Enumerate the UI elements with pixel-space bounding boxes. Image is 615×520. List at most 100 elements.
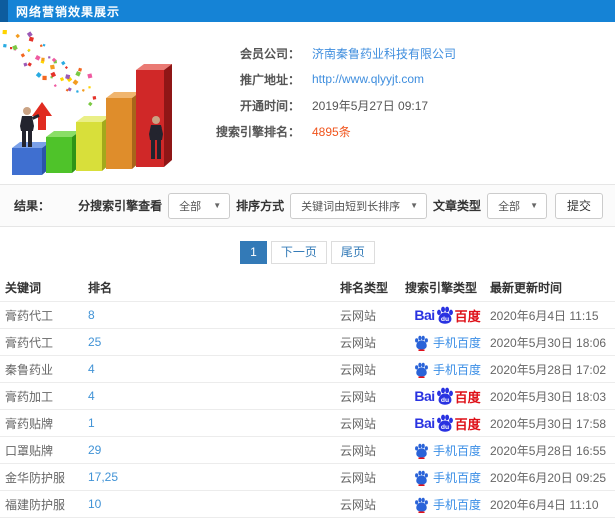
rank-cell: 8 — [88, 308, 340, 322]
member-info-list: 会员公司： 济南秦鲁药业科技有限公司 推广地址： http://www.qlyy… — [182, 30, 615, 184]
header-keyword: 关键词 — [5, 281, 42, 295]
rank-type-cell: 云网站 — [340, 335, 377, 350]
table-row: 福建防护服 10 云网站 Bai du 百度 手机百度 2020年6月 — [0, 490, 615, 517]
pagination: 1 下一页 尾页 — [0, 227, 615, 274]
table-row: 膏药代工 8 云网站 Bai du 百度 手机百度 2020年6月4日 — [0, 301, 615, 328]
rank-cell: 25 — [88, 335, 340, 349]
baidu-paw-icon — [414, 442, 429, 459]
baidu-mobile-logo: 手机百度 — [414, 361, 481, 378]
rank-link[interactable]: 8 — [88, 308, 95, 322]
next-page-button[interactable]: 下一页 — [270, 241, 327, 264]
keyword-cell: 膏药加工 — [5, 389, 54, 404]
updated-cell: 2020年6月4日 11:10 — [490, 497, 599, 512]
bar-green — [46, 131, 80, 173]
engine-filter-select[interactable]: 全部 ▼ — [168, 192, 231, 219]
rank-link[interactable]: 25 — [88, 335, 101, 349]
rank-link[interactable]: 1 — [88, 416, 95, 430]
baidu-paw-icon — [414, 361, 429, 378]
engine-cell: Bai du 百度 手机百度 — [405, 306, 490, 325]
rank-link[interactable]: 4 — [88, 362, 95, 376]
bar-yellow — [76, 116, 110, 171]
header-rank-type: 排名类型 — [340, 281, 389, 295]
keyword-rank-table: 关键词 排名 排名类型 搜索引擎类型 最新更新时间 膏药代工 8 云网站 Bai… — [0, 274, 615, 520]
table-body: 膏药代工 8 云网站 Bai du 百度 手机百度 2020年6月4日 — [0, 301, 615, 520]
mobile-baidu-text: 手机百度 — [432, 443, 481, 458]
baidu-logo-text: Bai — [414, 307, 435, 323]
submit-button[interactable]: 提交 — [554, 192, 603, 219]
keyword-cell: 膏药贴牌 — [5, 416, 54, 431]
article-type-label: 文章类型 — [433, 199, 482, 213]
rank-link[interactable]: 29 — [88, 443, 101, 457]
header-engine-type: 搜索引擎类型 — [405, 281, 478, 295]
title-bar-accent — [0, 0, 8, 22]
engine-cell: Bai du 百度 手机百度 — [405, 496, 490, 513]
engine-rank-label: 搜索引擎排名： — [215, 124, 300, 139]
page-1-button[interactable]: 1 — [240, 241, 267, 264]
rank-cell: 4 — [88, 389, 340, 403]
keyword-cell: 膏药代工 — [5, 335, 54, 350]
opened-label: 开通时间： — [239, 98, 300, 113]
baidu-paw-icon — [414, 334, 429, 351]
mobile-baidu-text: 手机百度 — [432, 335, 481, 350]
title-bar: 网络营销效果展示 — [0, 0, 615, 22]
marketing-report-page: 网络营销效果展示 会员公司： 济南秦鲁药业科技有限公司 推广地址： http:/… — [0, 0, 615, 520]
baidu-paw-icon: du — [436, 306, 454, 324]
updated-cell: 2020年5月30日 18:06 — [490, 335, 607, 350]
baidu-cn-text: 百度 — [454, 416, 481, 432]
baidu-pc-logo: Bai du 百度 — [414, 306, 481, 325]
keyword-cell: 口罩贴牌 — [5, 443, 54, 458]
rank-type-cell: 云网站 — [340, 497, 377, 512]
caret-down-icon: ▼ — [213, 201, 222, 210]
updated-cell: 2020年5月30日 17:58 — [490, 416, 607, 431]
confetti-dots — [2, 29, 97, 107]
engine-cell: Bai du 百度 手机百度 — [405, 334, 490, 351]
updated-cell: 2020年5月28日 16:55 — [490, 443, 607, 458]
updated-cell: 2020年6月20日 09:25 — [490, 470, 607, 485]
baidu-logo-text: Bai — [414, 388, 435, 404]
site-label: 推广地址： — [239, 72, 300, 87]
table-row: 秦鲁药业 4 云网站 Bai du 百度 手机百度 2020年5月28 — [0, 355, 615, 382]
table-row: 膏药加工 4 云网站 Bai du 百度 手机百度 2020年5月30 — [0, 382, 615, 409]
caret-down-icon: ▼ — [410, 201, 419, 210]
engine-cell: Bai du 百度 手机百度 — [405, 361, 490, 378]
updated-cell: 2020年5月30日 18:03 — [490, 389, 607, 404]
table-row: 金华防护服 17,25 云网站 Bai du 百度 手机百度 2020 — [0, 463, 615, 490]
keyword-cell: 膏药代工 — [5, 308, 54, 323]
header-updated: 最新更新时间 — [490, 281, 563, 295]
baidu-paw-icon: du — [436, 387, 454, 405]
rank-cell: 4 — [88, 362, 340, 376]
table-row: 膏药代工 25 云网站 Bai du 百度 手机百度 2020年5月3 — [0, 328, 615, 355]
site-link[interactable]: http://www.qlyyjt.com — [312, 72, 424, 86]
baidu-cn-text: 百度 — [454, 308, 481, 324]
rank-cell: 1 — [88, 416, 340, 430]
rank-type-cell: 云网站 — [340, 389, 377, 404]
baidu-pc-logo: Bai du 百度 — [414, 387, 481, 406]
article-type-select[interactable]: 全部 ▼ — [487, 192, 547, 219]
table-row: 膏药贴牌 1 云网站 Bai du 百度 手机百度 2020年5月30 — [0, 409, 615, 436]
rank-link[interactable]: 17,25 — [88, 470, 118, 484]
rank-type-cell: 云网站 — [340, 308, 377, 323]
table-row: 口罩贴牌 29 云网站 Bai du 百度 手机百度 2020年5月2 — [0, 436, 615, 463]
baidu-mobile-logo: 手机百度 — [414, 496, 481, 513]
bar-chart-illustration — [0, 29, 182, 182]
bar-orange — [106, 92, 140, 169]
updated-cell: 2020年6月4日 11:15 — [490, 308, 599, 323]
engine-cell: Bai du 百度 手机百度 — [405, 469, 490, 486]
rank-type-cell: 云网站 — [340, 470, 377, 485]
engine-rank-count: 4895条 — [312, 124, 351, 139]
company-link[interactable]: 济南秦鲁药业科技有限公司 — [312, 45, 456, 62]
engine-rank-row: 搜索引擎排名： 4895条 — [182, 118, 615, 144]
rank-link[interactable]: 10 — [88, 497, 101, 511]
baidu-paw-icon — [414, 496, 429, 513]
updated-cell: 2020年5月28日 17:02 — [490, 362, 607, 377]
growth-chart-graphic — [2, 29, 172, 175]
caret-down-icon: ▼ — [530, 201, 538, 210]
baidu-pc-logo: Bai du 百度 — [414, 414, 481, 433]
sort-select[interactable]: 关键词由短到长排序 ▼ — [290, 192, 428, 219]
baidu-mobile-logo: 手机百度 — [414, 442, 481, 459]
rank-cell: 17,25 — [88, 470, 340, 484]
svg-text:du: du — [441, 316, 449, 323]
rank-link[interactable]: 4 — [88, 389, 95, 403]
baidu-logo-text: Bai — [414, 415, 435, 431]
last-page-button[interactable]: 尾页 — [330, 241, 375, 264]
